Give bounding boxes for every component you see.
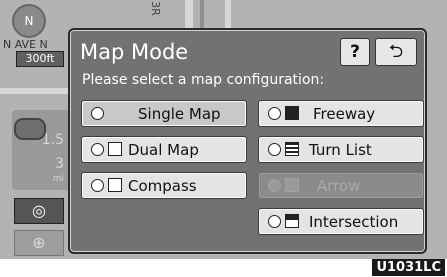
mode-indicator-icon (268, 143, 281, 156)
single-map-label: Single Map (138, 105, 221, 123)
single-map-button[interactable]: Single Map (81, 100, 247, 127)
map-mode-dialog: Map Mode ? ⮌ Please select a map configu… (68, 28, 427, 254)
dialog-title: Map Mode (80, 40, 189, 64)
distance-unit: mi (52, 174, 64, 184)
north-compass-icon[interactable]: N (12, 4, 46, 38)
freeway-icon (285, 106, 299, 120)
navigation-screen: 3R N N AVE N 300ft 1.5 3 mi ◎ ⊕ Map Mode… (0, 0, 447, 259)
back-button[interactable]: ⮌ (375, 38, 417, 66)
map-mode-button[interactable]: ◎ (14, 198, 64, 224)
mode-indicator-icon (268, 179, 281, 192)
mode-indicator-icon (91, 143, 104, 156)
turn-list-label: Turn List (309, 141, 372, 159)
map-road (0, 88, 70, 94)
mode-indicator-icon (91, 179, 104, 192)
map-number: 3R (148, 1, 162, 16)
map-road (200, 0, 204, 28)
figure-code: U1031LC (372, 259, 445, 276)
street-name: N AVE N (3, 38, 48, 51)
arrow-button[interactable]: Arrow (258, 172, 424, 199)
intersection-button[interactable]: Intersection (258, 208, 424, 235)
map-road (225, 0, 231, 28)
dual-map-button[interactable]: Dual Map (81, 136, 247, 163)
dialog-prompt: Please select a map configuration: (82, 72, 325, 88)
map-scale-button[interactable]: 300ft (16, 51, 64, 67)
mode-indicator-icon (268, 215, 281, 228)
turn-list-icon (285, 142, 299, 156)
intersection-icon (285, 214, 299, 228)
map-road (185, 0, 193, 28)
route-toggle-button[interactable] (14, 118, 46, 140)
distance-value-2: 3 (55, 156, 64, 172)
dual-map-icon (108, 142, 122, 156)
mode-indicator-icon (91, 107, 104, 120)
zoom-button[interactable]: ⊕ (14, 230, 64, 256)
intersection-label: Intersection (309, 213, 399, 231)
freeway-label: Freeway (313, 105, 376, 123)
dual-map-label: Dual Map (128, 141, 199, 159)
arrow-label: Arrow (317, 177, 361, 195)
compass-label: Compass (128, 177, 197, 195)
arrow-icon (285, 178, 299, 192)
compass-icon (108, 178, 122, 192)
compass-button[interactable]: Compass (81, 172, 247, 199)
turn-list-button[interactable]: Turn List (258, 136, 424, 163)
mode-indicator-icon (268, 107, 281, 120)
help-button[interactable]: ? (340, 38, 370, 66)
freeway-button[interactable]: Freeway (258, 100, 424, 127)
